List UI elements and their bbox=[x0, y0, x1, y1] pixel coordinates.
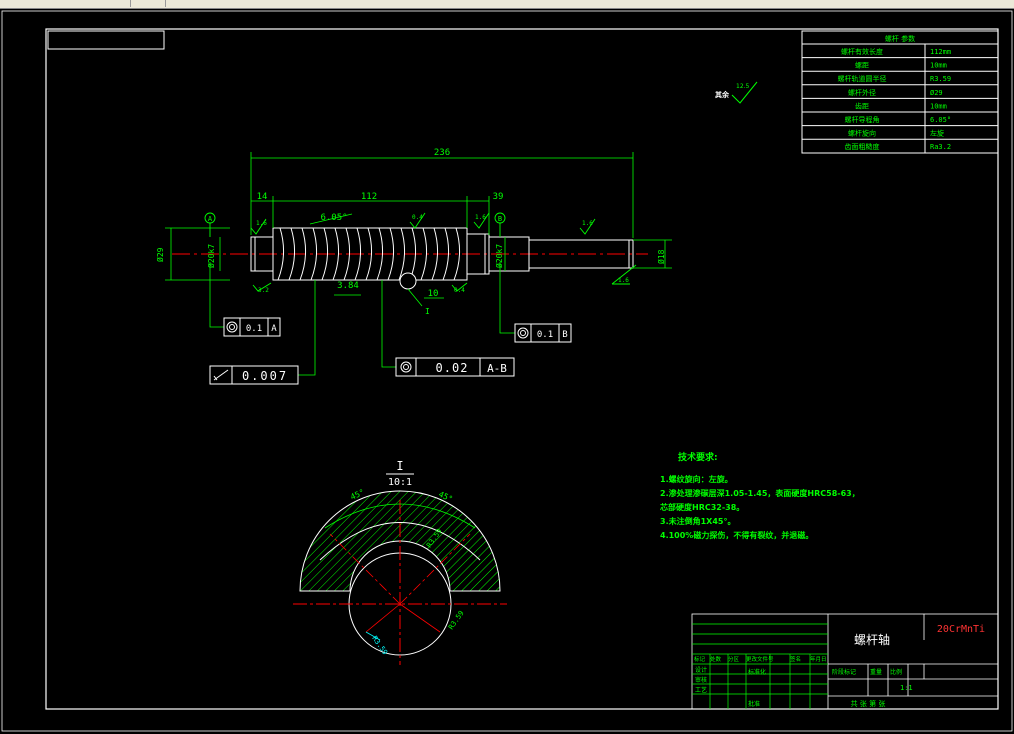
dim-dia-end: Ø18 bbox=[656, 249, 666, 264]
title-stage-label: 重量 bbox=[870, 668, 882, 676]
title-block-grid bbox=[692, 623, 828, 709]
detail-scale: 10:1 bbox=[388, 477, 412, 488]
detail-circle bbox=[399, 272, 417, 290]
param-label: 螺杆轨道圆半径 bbox=[838, 74, 887, 83]
tech-title: 技术要求: bbox=[678, 451, 718, 463]
param-label: 螺杆外径 bbox=[848, 88, 876, 97]
param-label: 齿面粗糙度 bbox=[845, 142, 880, 151]
dim-thread-width: 3.84 bbox=[337, 281, 359, 291]
dim-dia-journal-left: Ø20k7 bbox=[206, 244, 216, 268]
datum-markers bbox=[204, 212, 506, 237]
detail-label: I bbox=[396, 459, 403, 473]
tolerance-frame-cylindricity: 0.007 bbox=[209, 365, 299, 385]
title-scale: 1:1 bbox=[900, 684, 913, 692]
title-header-cell: 标记 bbox=[694, 655, 706, 663]
title-header-cell: 分区 bbox=[728, 655, 740, 663]
param-value: R3.59 bbox=[930, 75, 951, 83]
dim-mid-length: 112 bbox=[361, 192, 377, 202]
tech-item: 1.螺纹旋向：左旋。 bbox=[660, 474, 733, 484]
param-value: 10mm bbox=[930, 102, 947, 110]
param-value: 左旋 bbox=[930, 129, 944, 138]
title-approve: 批准 bbox=[748, 700, 760, 708]
parameter-table: 螺杆 参数 螺杆有效长度 112mm 螺距 10mm 螺杆轨道圆半径 R3.59 螺杆外径 Ø… bbox=[801, 30, 999, 154]
param-label: 螺杆旋向 bbox=[848, 129, 876, 138]
tol-right-ref: B bbox=[562, 330, 567, 340]
tech-item: 3.未注倒角1X45°。 bbox=[660, 516, 735, 526]
tol-left-ref: A bbox=[271, 324, 277, 334]
rough-g: 1.6 bbox=[618, 277, 629, 284]
tol-runout-value: 0.02 bbox=[436, 361, 469, 375]
datum-b: B bbox=[498, 215, 502, 223]
title-header-cell: 签名 bbox=[790, 655, 801, 663]
title-stage-label: 阶段标记 bbox=[832, 668, 856, 676]
rough-d: 1.6 bbox=[582, 220, 593, 227]
title-sheet: 共 张 第 张 bbox=[851, 699, 886, 708]
tech-item: 2.渗处理渗碳层深1.05-1.45，表面硬度HRC58-63， bbox=[660, 488, 860, 498]
tolerance-frame-right: 0.1 B bbox=[514, 323, 572, 343]
dim-thread-pitch: 10 bbox=[428, 289, 439, 299]
tol-cyl-value: 0.007 bbox=[242, 369, 288, 383]
rough-f: 0.4 bbox=[454, 287, 465, 294]
dim-helix-angle: 6.05° bbox=[320, 213, 347, 223]
param-value: 10mm bbox=[930, 62, 947, 70]
rough-b: 0.4 bbox=[412, 214, 423, 221]
title-stage-label: 比例 bbox=[890, 668, 902, 676]
param-label: 螺杆导程角 bbox=[845, 115, 880, 124]
roughness-note: 其余 12.5 bbox=[715, 81, 758, 104]
title-row-label: 设计 bbox=[695, 666, 707, 674]
tech-item: 4.100%磁力探伤，不得有裂纹，并退磁。 bbox=[660, 530, 813, 540]
tolerance-frame-left: 0.1 A bbox=[223, 317, 281, 337]
title-header-cell: 年月日 bbox=[810, 655, 827, 663]
param-value: Ø29 bbox=[930, 89, 943, 97]
param-label: 齿距 bbox=[855, 102, 869, 110]
dim-right-length: 39 bbox=[493, 192, 504, 202]
dimension-lines bbox=[165, 152, 672, 299]
title-std: 标准化 bbox=[748, 668, 766, 676]
tol-runout-ref: A-B bbox=[487, 362, 507, 375]
dim-dia-journal-right: Ø20k7 bbox=[494, 244, 504, 268]
param-value: 112mm bbox=[930, 48, 951, 56]
technical-requirements: 技术要求: 1.螺纹旋向：左旋。 2.渗处理渗碳层深1.05-1.45，表面硬度H… bbox=[660, 451, 860, 540]
param-label: 螺距 bbox=[855, 61, 869, 70]
datum-a: A bbox=[208, 215, 213, 223]
title-header-cell: 处数 bbox=[710, 655, 722, 663]
tech-item: 芯部硬度HRC32-38。 bbox=[660, 502, 744, 512]
rough-a: 1.6 bbox=[256, 220, 267, 227]
roughness-note-value: 12.5 bbox=[736, 83, 750, 90]
part-name: 螺杆轴 bbox=[854, 632, 890, 647]
param-label: 螺杆有效长度 bbox=[841, 47, 883, 56]
roughness-note-prefix: 其余 bbox=[715, 90, 730, 99]
drawing-canvas: 螺杆 参数 螺杆有效长度 112mm 螺距 10mm 螺杆轨道圆半径 R3.59 螺杆外径 Ø… bbox=[1, 10, 1013, 732]
rough-e: 3.2 bbox=[258, 287, 269, 294]
corner-box bbox=[47, 30, 165, 50]
title-row-label: 工艺 bbox=[695, 686, 707, 694]
rough-c: 1.6 bbox=[475, 214, 486, 221]
part-material: 20CrMnTi bbox=[937, 624, 985, 635]
dim-overall-length: 236 bbox=[434, 148, 450, 158]
dim-dia-left: Ø29 bbox=[155, 247, 165, 262]
param-value: Ra3.2 bbox=[930, 143, 951, 151]
title-header-cell: 更改文件号 bbox=[746, 655, 774, 663]
param-value: 6.05° bbox=[930, 116, 951, 124]
detail-view: I 10:1 45° 45° R3.59 R3.59 R3.59 bbox=[293, 459, 507, 665]
tol-right-value: 0.1 bbox=[537, 330, 553, 340]
section-marker: I bbox=[425, 307, 430, 316]
dim-left-length: 14 bbox=[257, 192, 268, 202]
param-table-title: 螺杆 参数 bbox=[885, 34, 915, 43]
tolerance-frame-runout: 0.02 A-B bbox=[395, 357, 515, 377]
title-row-label: 审核 bbox=[695, 676, 707, 684]
tol-left-value: 0.1 bbox=[246, 324, 262, 334]
